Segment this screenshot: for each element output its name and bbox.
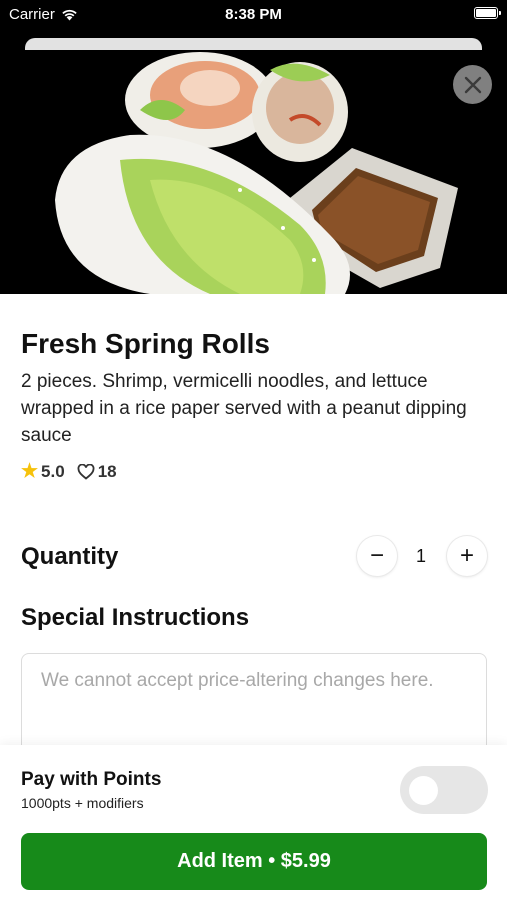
battery-icon: [474, 7, 501, 19]
quantity-decrease-button[interactable]: −: [357, 536, 397, 576]
plus-icon: +: [459, 542, 474, 569]
item-title: Fresh Spring Rolls: [21, 328, 270, 359]
close-icon: [464, 76, 481, 93]
add-item-button[interactable]: Add Item • $5.99: [21, 833, 487, 890]
close-button[interactable]: [453, 65, 492, 104]
status-time: 8:38 PM: [225, 6, 282, 23]
item-photo: [0, 50, 507, 294]
quantity-increase-button[interactable]: +: [447, 536, 487, 576]
likes-count: 18: [97, 461, 117, 481]
minus-icon: −: [369, 542, 384, 569]
spring-rolls-illustration: [0, 50, 507, 294]
pay-with-points-title: Pay with Points: [21, 769, 162, 790]
quantity-label: Quantity: [21, 543, 119, 570]
toggle-knob: [409, 776, 438, 805]
item-description: 2 pieces. Shrimp, vermicelli noodles, an…: [21, 371, 467, 446]
heart-icon: [77, 463, 95, 480]
special-instructions-label: Special Instructions: [21, 604, 250, 631]
star-icon: ★: [21, 461, 39, 482]
rating-value: 5.0: [41, 461, 65, 481]
status-bar: Carrier 8:38 PM: [0, 0, 507, 30]
quantity-value: 1: [415, 546, 426, 566]
checkout-footer: Pay with Points 1000pts + modifiers Add …: [0, 745, 507, 900]
item-detail-sheet: Fresh Spring Rolls 2 pieces. Shrimp, ver…: [0, 50, 507, 900]
pay-with-points-toggle[interactable]: [400, 766, 488, 814]
pay-with-points-subtitle: 1000pts + modifiers: [21, 795, 144, 811]
item-stats: ★ 5.0 18: [21, 460, 117, 483]
